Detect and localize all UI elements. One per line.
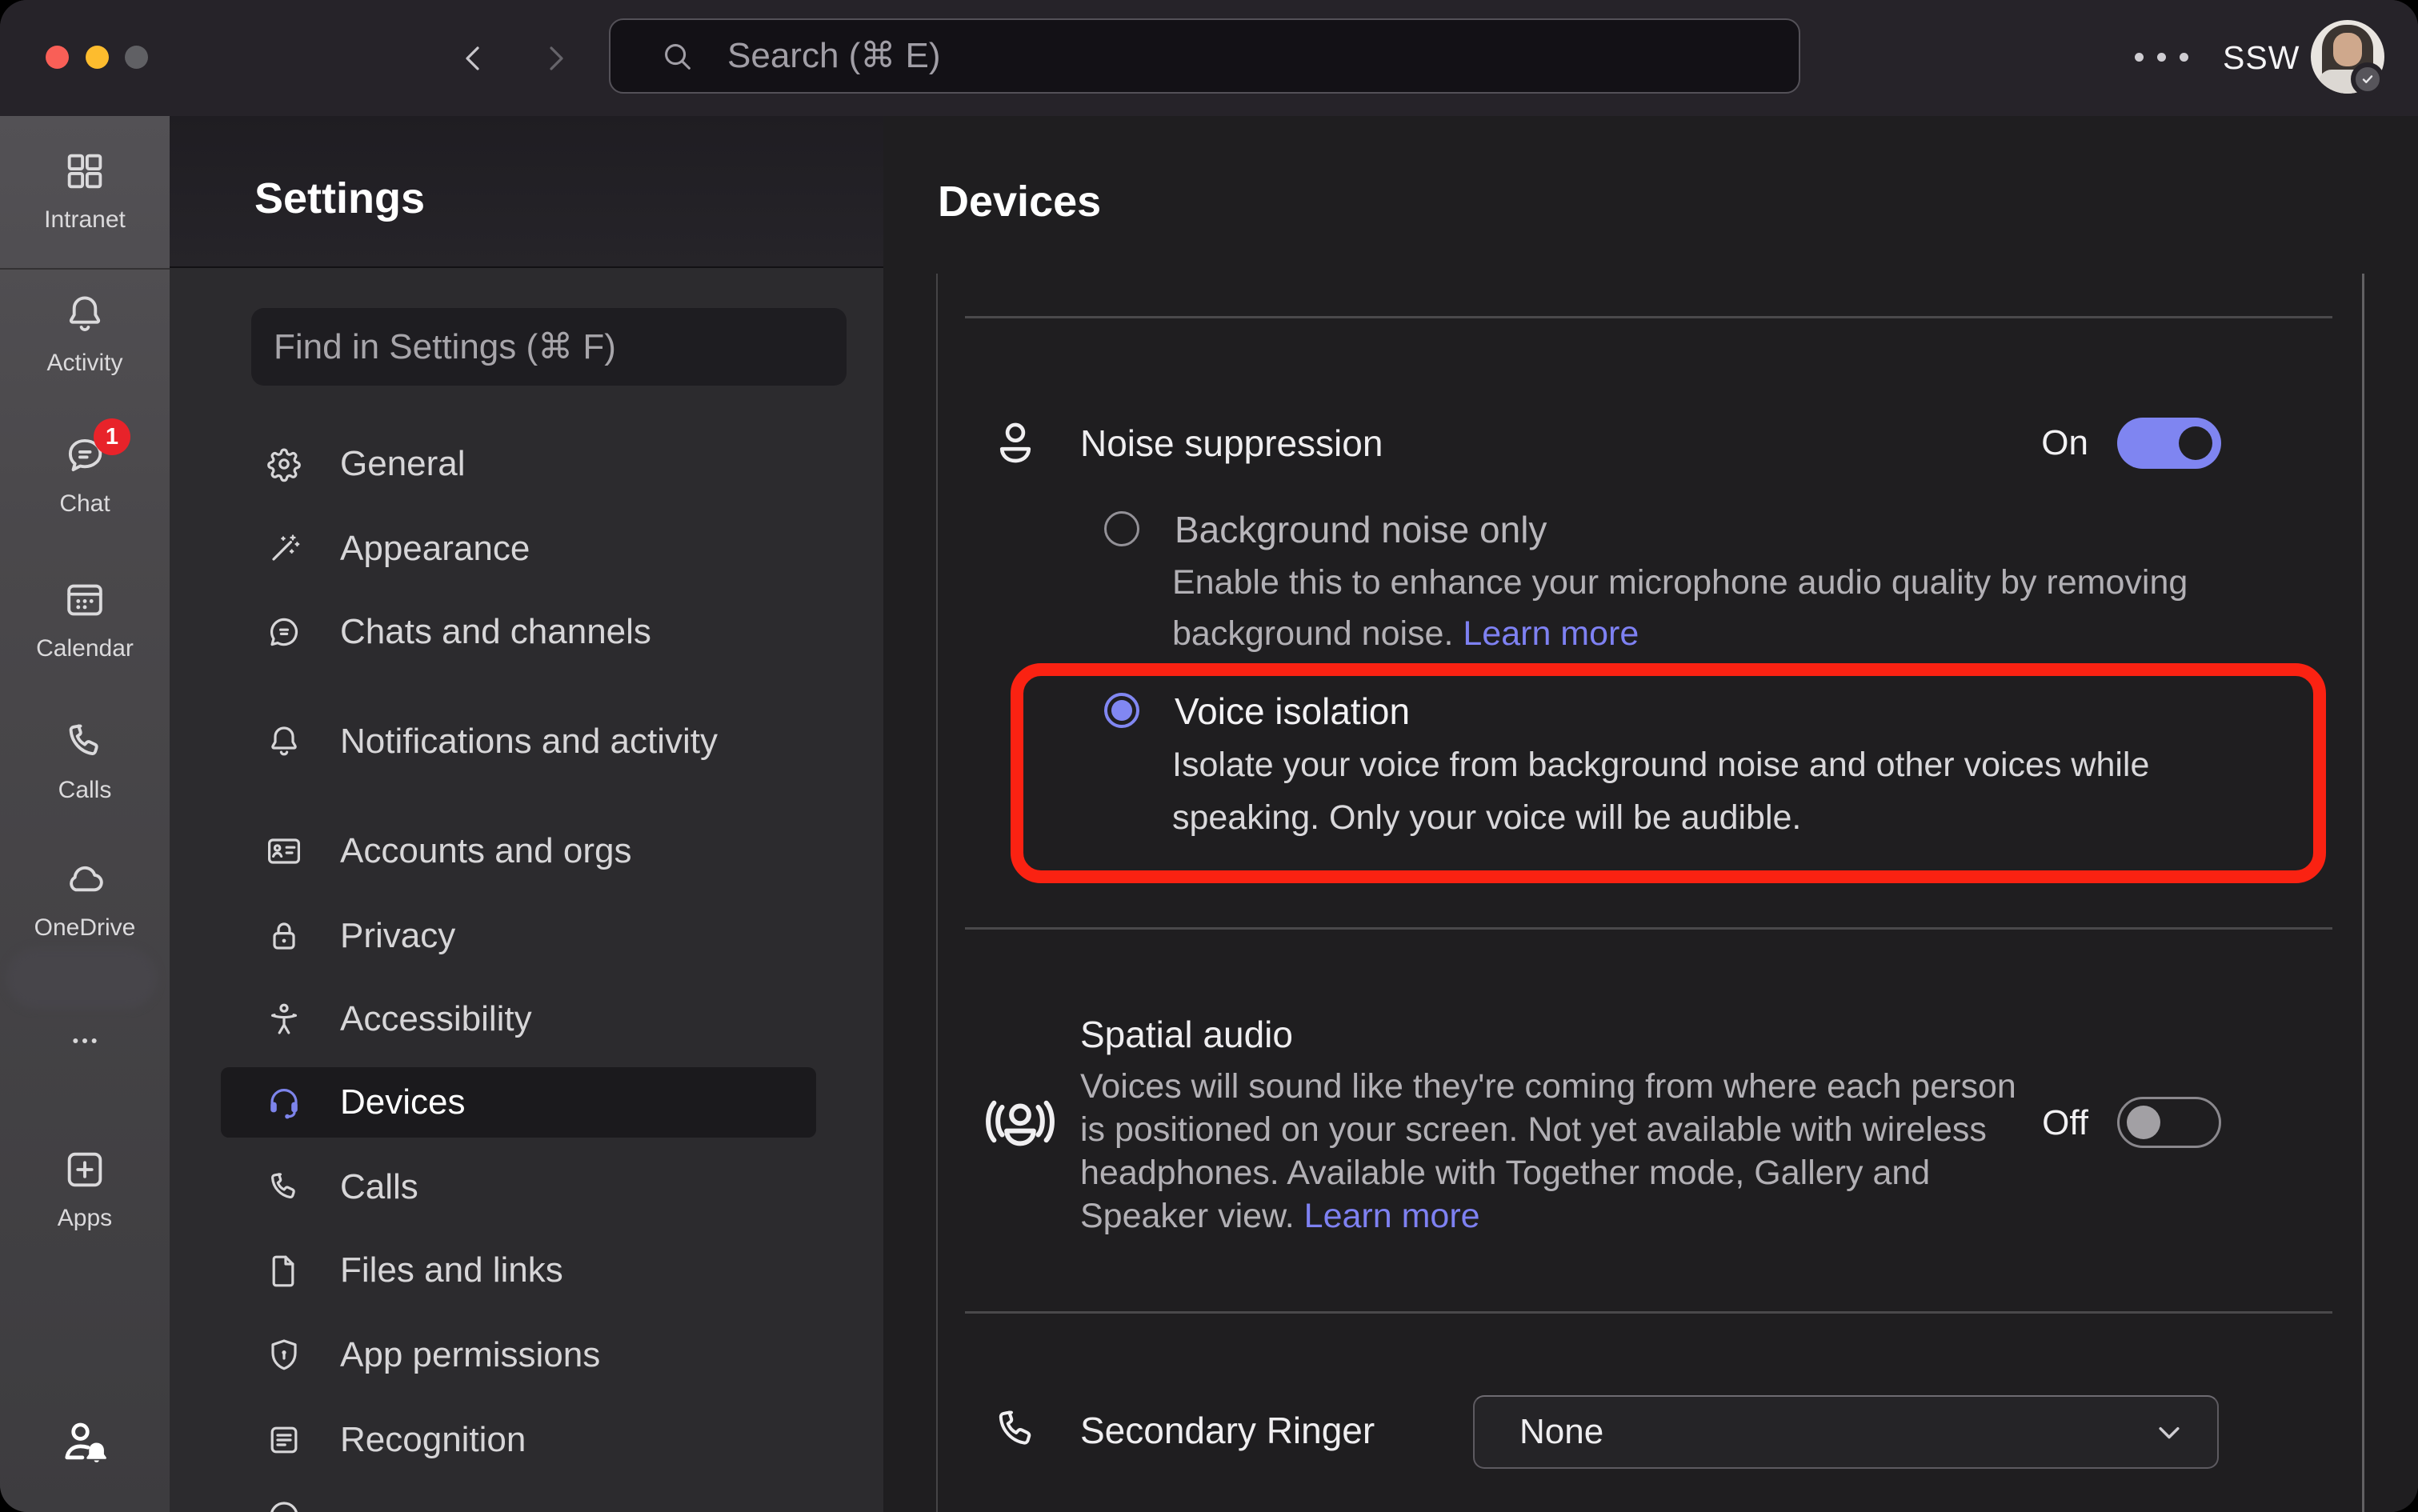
sidebar-item-intranet[interactable]: Intranet <box>0 148 170 234</box>
rail-divider <box>0 268 170 270</box>
toggle-knob <box>2179 426 2212 460</box>
voice-isolation-label: Voice isolation <box>1175 690 1410 733</box>
phone-icon <box>265 1168 303 1206</box>
phone-icon <box>62 718 108 765</box>
presence-check-icon <box>2351 62 2384 96</box>
dropdown-value: None <box>1519 1412 2148 1452</box>
settings-nav-chats[interactable]: Chats and channels <box>221 597 816 667</box>
lock-icon <box>265 917 303 955</box>
title-bar: SSW <box>0 0 2418 116</box>
settings-nav-notifications[interactable]: Notifications and activity <box>221 706 816 777</box>
apps-icon <box>62 1146 108 1193</box>
teams-window: SSW Intranet Activity Chat <box>0 0 2418 1512</box>
sidebar-item-calls[interactable]: Calls <box>0 718 170 804</box>
app-rail: Intranet Activity Chat 1 Calendar <box>0 116 170 1512</box>
section-divider <box>965 1311 2332 1314</box>
scrollbar[interactable] <box>2362 274 2364 1512</box>
noise-suppression-toggle[interactable] <box>2117 418 2221 469</box>
account-initials: SSW <box>2223 39 2300 77</box>
more-options-icon[interactable] <box>2135 53 2188 62</box>
radio-voice-isolation[interactable] <box>1104 693 1139 728</box>
sidebar-item-activity[interactable]: Activity <box>0 291 170 377</box>
spatial-audio-toggle[interactable] <box>2117 1097 2221 1148</box>
contact-card-icon <box>265 832 303 870</box>
invite-people-button[interactable] <box>0 1417 170 1474</box>
spatial-audio-label: Spatial audio <box>1080 1013 1293 1056</box>
settings-nav-appearance[interactable]: Appearance <box>221 514 816 584</box>
secondary-ringer-dropdown[interactable]: None <box>1473 1395 2219 1469</box>
sidebar-item-apps[interactable]: Apps <box>0 1146 170 1232</box>
search-input[interactable] <box>726 35 1689 77</box>
devices-page: Devices Noise suppression On Background … <box>883 116 2418 1512</box>
settings-nav-partial-item[interactable] <box>221 1481 816 1512</box>
settings-nav-accessibility[interactable]: Accessibility <box>221 984 816 1054</box>
voice-isolation-description: Isolate your voice from background noise… <box>1172 738 2149 844</box>
page-title: Devices <box>938 177 1101 226</box>
settings-nav-app-permissions[interactable]: App permissions <box>221 1320 816 1390</box>
find-in-settings-input[interactable] <box>272 326 827 368</box>
secondary-ringer-icon <box>991 1404 1042 1455</box>
close-window-button[interactable] <box>46 46 69 69</box>
section-divider <box>965 927 2332 930</box>
settings-nav-general[interactable]: General <box>221 429 816 499</box>
minimize-window-button[interactable] <box>86 46 109 69</box>
bell-icon <box>62 291 108 338</box>
toggle-knob <box>2127 1106 2160 1139</box>
circle-icon <box>265 1497 303 1512</box>
settings-nav-accounts[interactable]: Accounts and orgs <box>221 816 816 886</box>
zoom-window-button[interactable] <box>125 46 148 69</box>
settings-nav-calls[interactable]: Calls <box>221 1152 816 1222</box>
settings-panel: Settings General Appearance Chats and ch… <box>170 116 883 1512</box>
cloud-icon <box>62 856 108 902</box>
search-icon <box>659 38 695 74</box>
bell-icon <box>265 722 303 761</box>
grid-icon <box>62 148 108 194</box>
global-search[interactable] <box>609 18 1800 94</box>
learn-more-link[interactable]: Learn more <box>1304 1197 1480 1235</box>
secondary-ringer-label: Secondary Ringer <box>1080 1409 1375 1452</box>
section-divider <box>965 316 2332 318</box>
wand-icon <box>265 530 303 568</box>
gear-icon <box>265 445 303 483</box>
document-lines-icon <box>265 1421 303 1459</box>
settings-header: Settings <box>170 116 883 268</box>
learn-more-link[interactable]: Learn more <box>1463 614 1639 653</box>
noise-suppression-label: Noise suppression <box>1080 422 1383 465</box>
background-noise-only-label: Background noise only <box>1175 508 1547 551</box>
settings-search[interactable] <box>251 308 847 386</box>
sidebar-item-calendar[interactable]: Calendar <box>0 577 170 662</box>
settings-nav-files[interactable]: Files and links <box>221 1235 816 1306</box>
noise-suppression-icon <box>989 417 1042 470</box>
file-icon <box>265 1251 303 1290</box>
chat-bubble-icon <box>265 613 303 651</box>
accessibility-icon <box>265 1000 303 1038</box>
scroll-frame-left <box>936 274 938 1512</box>
redacted-rail-item <box>6 948 157 1009</box>
spatial-audio-icon <box>984 1086 1056 1158</box>
calendar-icon <box>62 577 108 623</box>
ellipsis-icon <box>62 1025 107 1057</box>
spatial-audio-description: Voices will sound like they're coming fr… <box>1080 1065 2016 1238</box>
settings-nav-recognition[interactable]: Recognition <box>221 1405 816 1475</box>
background-noise-description: Enable this to enhance your microphone a… <box>1172 557 2188 659</box>
radio-background-noise-only[interactable] <box>1104 511 1139 546</box>
sidebar-item-onedrive[interactable]: OneDrive <box>0 856 170 942</box>
person-bell-icon <box>58 1417 111 1470</box>
noise-suppression-state: On <box>1924 423 2088 463</box>
settings-title: Settings <box>254 174 425 223</box>
spatial-audio-state: Off <box>1924 1103 2088 1143</box>
rail-more-button[interactable] <box>0 1025 170 1061</box>
back-icon[interactable] <box>454 39 493 78</box>
chevron-down-icon <box>2148 1411 2190 1453</box>
settings-nav-devices[interactable]: Devices <box>221 1067 816 1138</box>
chat-unread-badge: 1 <box>94 418 130 455</box>
shield-keyhole-icon <box>265 1336 303 1374</box>
headset-icon <box>265 1083 303 1122</box>
forward-icon[interactable] <box>536 39 574 78</box>
settings-nav-privacy[interactable]: Privacy <box>221 901 816 971</box>
sidebar-item-chat[interactable]: Chat <box>0 432 170 518</box>
